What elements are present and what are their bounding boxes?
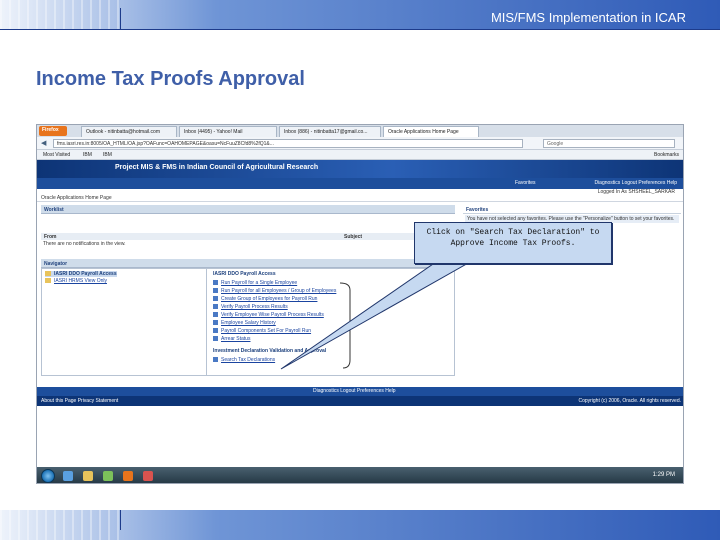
page-icon	[213, 357, 218, 362]
navigator-header: Navigator	[41, 259, 455, 268]
page-icon	[213, 320, 218, 325]
worklist-col-from: From	[41, 233, 341, 240]
nav-function-link[interactable]: Payroll Components Set For Payroll Run	[213, 328, 311, 334]
nav-function-link[interactable]: Verify Payroll Process Results	[213, 304, 288, 310]
bookmarks-menu[interactable]: Bookmarks	[654, 152, 679, 158]
app-subheader: Favorites Diagnostics Logout Preferences…	[37, 178, 683, 189]
nav-item-label: Run Payroll for a Single Employee	[221, 280, 298, 286]
ie-icon[interactable]	[63, 471, 73, 481]
slide-header-band: MIS/FMS Implementation in ICAR	[0, 0, 720, 30]
application-screenshot: Firefox Outlook - nitinbatta@hotmail.com…	[36, 124, 684, 484]
logged-in-user: Logged In As SHSHEEL_SARKAR	[597, 189, 675, 195]
nav-responsibility-hrms-view[interactable]: IASRI HRMS View Only	[45, 278, 107, 284]
browser-tab[interactable]: Outlook - nitinbatta@hotmail.com	[81, 126, 177, 137]
divider	[37, 201, 683, 202]
windows-taskbar: 1:29 PM	[37, 467, 683, 483]
nav-function-link[interactable]: Employee Salary History	[213, 320, 276, 326]
nav-item-label: Verify Employee Wise Payroll Process Res…	[221, 312, 324, 318]
footer-divider	[120, 510, 121, 530]
navigator-responsibilities	[41, 268, 207, 376]
app-title: Project MIS & FMS in Indian Council of A…	[115, 164, 319, 171]
url-field[interactable]: fms.iasri.res.in:8005/OA_HTML/OA.jsp?OAF…	[53, 139, 523, 148]
app-footer: About this Page Privacy Statement Copyri…	[37, 396, 683, 406]
footer-decoration	[0, 510, 120, 540]
nav-item-label: Payroll Components Set For Payroll Run	[221, 328, 312, 334]
back-icon[interactable]: ◀	[41, 139, 46, 147]
nav-function-link[interactable]: Verify Employee Wise Payroll Process Res…	[213, 312, 324, 318]
slide-footer-band	[0, 510, 720, 540]
nav-function-link[interactable]: Arrear Status	[213, 336, 250, 342]
favorites-header: Favorites	[463, 205, 681, 214]
page-icon	[213, 328, 218, 333]
favorites-menu[interactable]: Favorites	[515, 180, 536, 186]
nav-item-label: IASRI DDO Payroll Access	[54, 271, 117, 277]
nav-responsibility-ddo-payroll[interactable]: IASRI DDO Payroll Access	[45, 271, 117, 277]
firefox-menu-button[interactable]: Firefox	[39, 126, 67, 136]
bookmark-item[interactable]: Most Visited	[43, 152, 70, 158]
slide-heading: Income Tax Proofs Approval	[36, 68, 305, 90]
nav-function-group-header: IASRI DDO Payroll Access	[213, 271, 276, 277]
bookmark-item[interactable]: IBM	[83, 152, 92, 158]
taskbar-clock: 1:29 PM	[652, 472, 675, 478]
folder-icon	[45, 271, 51, 276]
browser-tab-bar: Firefox Outlook - nitinbatta@hotmail.com…	[37, 125, 683, 137]
page-icon	[213, 280, 218, 285]
media-icon[interactable]	[103, 471, 113, 481]
header-divider	[120, 8, 121, 30]
page-icon	[213, 296, 218, 301]
app-icon[interactable]	[143, 471, 153, 481]
blank-area	[37, 406, 683, 467]
firefox-icon[interactable]	[123, 471, 133, 481]
worklist-header: Worklist	[41, 205, 455, 214]
worklist-empty-message: There are no notifications in the view.	[43, 241, 126, 247]
copyright-text: Copyright (c) 2006, Oracle. All rights r…	[578, 398, 681, 404]
search-input[interactable]: Google	[543, 139, 675, 148]
start-button-icon[interactable]	[41, 469, 55, 483]
nav-item-label: Arrear Status	[221, 336, 251, 342]
explorer-icon[interactable]	[83, 471, 93, 481]
app-footer-links-bar: Diagnostics Logout Preferences Help	[37, 387, 683, 396]
app-header: Project MIS & FMS in Indian Council of A…	[37, 160, 683, 178]
footer-about-privacy[interactable]: About this Page Privacy Statement	[41, 398, 118, 404]
nav-item-label: Verify Payroll Process Results	[221, 304, 288, 310]
page-icon	[213, 336, 218, 341]
nav-function-link[interactable]: Run Payroll for all Employees / Group of…	[213, 288, 336, 294]
search-tax-declarations-link[interactable]: Search Tax Declarations	[213, 357, 275, 363]
nav-item-label: IASRI HRMS View Only	[54, 278, 107, 284]
header-rule	[0, 29, 720, 30]
nav-function-link[interactable]: Run Payroll for a Single Employee	[213, 280, 297, 286]
folder-icon	[45, 278, 51, 283]
global-links[interactable]: Diagnostics Logout Preferences Help	[594, 180, 677, 186]
slide-header-title: MIS/FMS Implementation in ICAR	[490, 10, 686, 25]
bookmarks-bar: Most Visited IBM IBM Bookmarks	[37, 150, 683, 160]
browser-tab[interactable]: Inbox (4495) - Yahoo! Mail	[179, 126, 277, 137]
bookmark-item[interactable]: IBM	[103, 152, 112, 158]
page-icon	[213, 312, 218, 317]
nav-item-label: Employee Salary History	[221, 320, 276, 326]
browser-nav-bar: ◀ fms.iasri.res.in:8005/OA_HTML/OA.jsp?O…	[37, 137, 683, 150]
instruction-callout: Click on "Search Tax Declaration" to App…	[414, 222, 612, 264]
nav-item-label: Run Payroll for all Employees / Group of…	[221, 288, 337, 294]
nav-function-link[interactable]: Create Group of Employees for Payroll Ru…	[213, 296, 317, 302]
footer-links[interactable]: Diagnostics Logout Preferences Help	[313, 388, 396, 394]
page-icon	[213, 304, 218, 309]
browser-tab[interactable]: Inbox (886) - nitinbatta17@gmail.co...	[279, 126, 381, 137]
page-icon	[213, 288, 218, 293]
nav-item-label: Create Group of Employees for Payroll Ru…	[221, 296, 318, 302]
header-decoration	[0, 0, 120, 30]
browser-tab-active[interactable]: Oracle Applications Home Page	[383, 126, 479, 137]
investment-section-header: Investment Declaration Validation and Ap…	[213, 348, 327, 354]
nav-item-label: Search Tax Declarations	[221, 357, 276, 363]
